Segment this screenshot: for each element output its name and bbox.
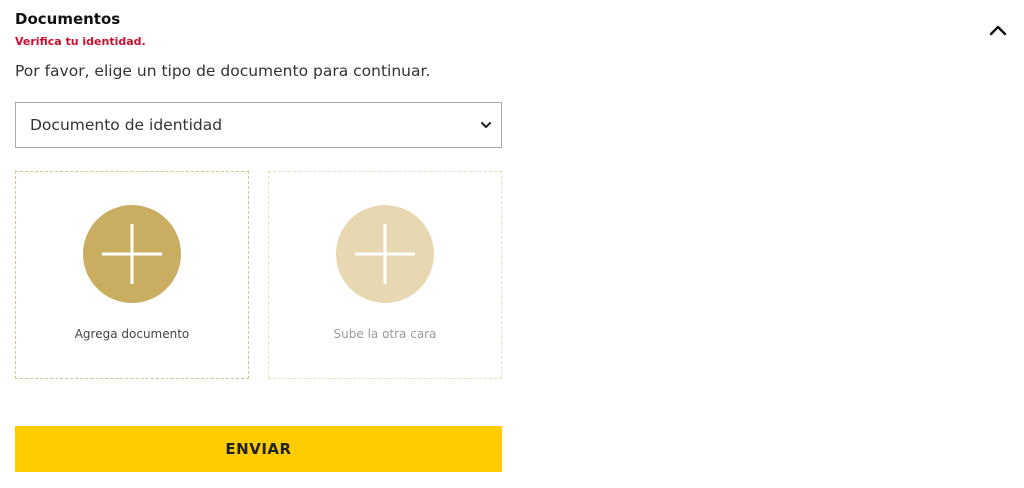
- plus-icon: [355, 224, 415, 284]
- upload-back-card: Sube la otra cara: [268, 171, 502, 379]
- plus-icon: [102, 224, 162, 284]
- chevron-down-icon: [481, 122, 491, 128]
- add-document-button[interactable]: [83, 205, 181, 303]
- chevron-up-icon: [989, 25, 1007, 36]
- verification-warning: Verifica tu identidad.: [15, 35, 146, 48]
- document-type-select[interactable]: Documento de identidad: [15, 102, 502, 148]
- section-title: Documentos: [15, 10, 121, 28]
- upload-back-label: Sube la otra cara: [333, 327, 437, 341]
- submit-button[interactable]: ENVIAR: [15, 426, 502, 472]
- upload-front-card[interactable]: Agrega documento: [15, 171, 249, 379]
- document-type-selected-value: Documento de identidad: [30, 116, 223, 134]
- instruction-text: Por favor, elige un tipo de documento pa…: [15, 62, 431, 80]
- collapse-section-button[interactable]: [985, 18, 1011, 42]
- upload-front-label: Agrega documento: [74, 327, 190, 341]
- add-back-side-button: [336, 205, 434, 303]
